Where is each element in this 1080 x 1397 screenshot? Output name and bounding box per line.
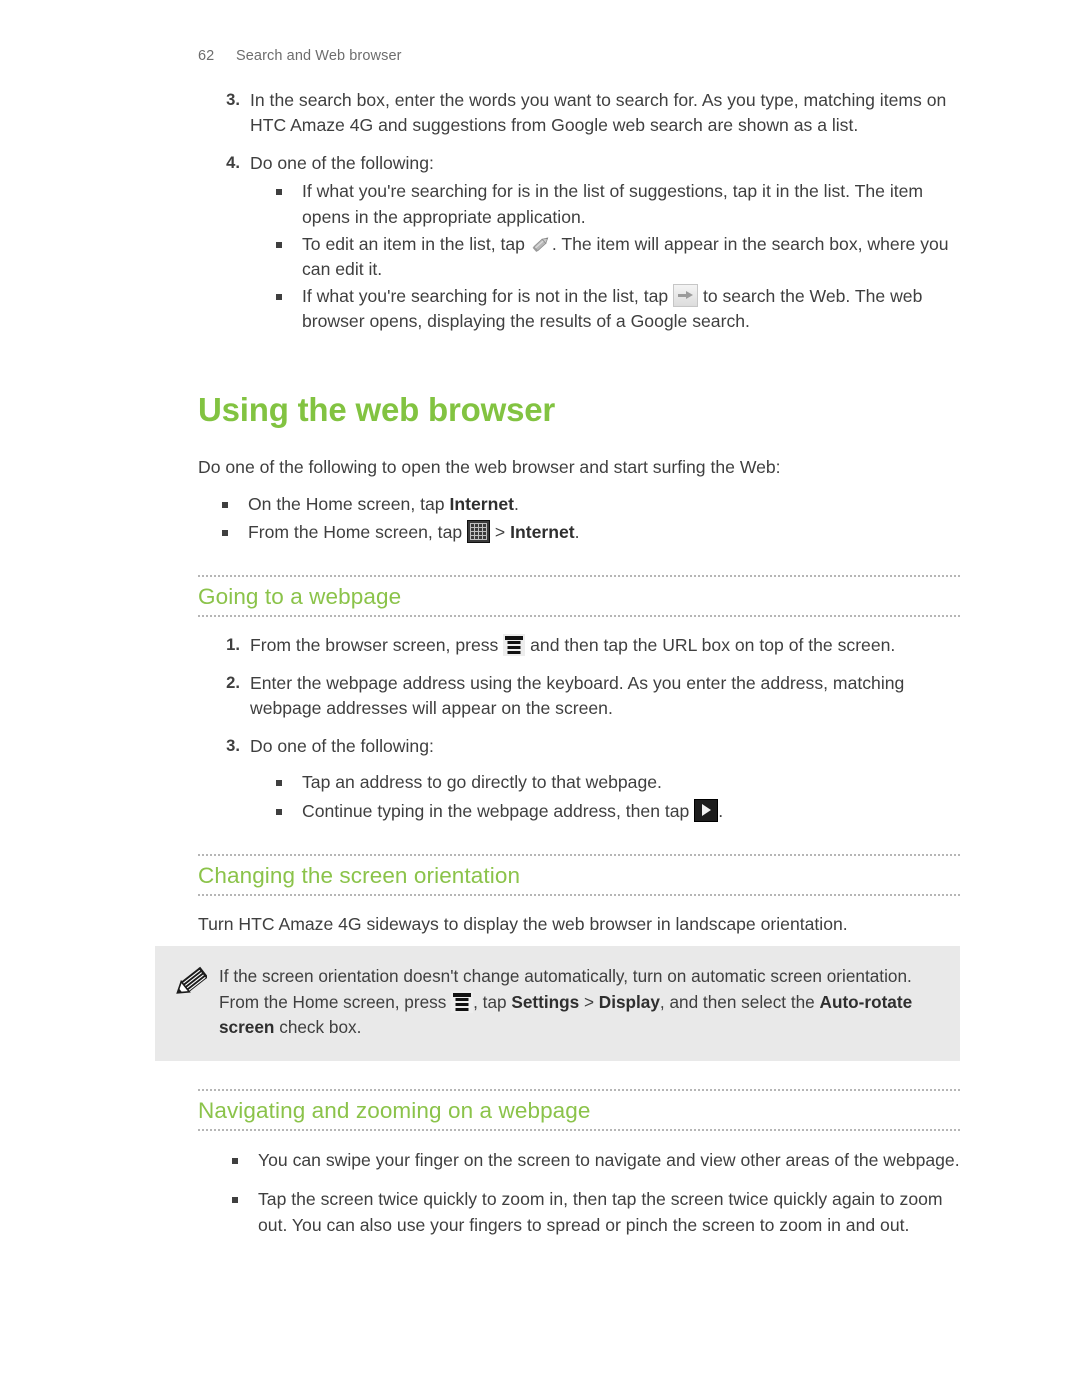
pencil-note-icon [173, 964, 209, 1002]
going-to-webpage-steps: 1. From the browser screen, press and th… [198, 633, 960, 758]
chevron-separator: > [583, 991, 594, 1012]
bullet-marker [276, 189, 282, 196]
page-content: 3. In the search box, enter the words yo… [198, 88, 960, 1251]
list-item: You can swipe your finger on the screen … [232, 1148, 960, 1174]
bold-term: Display [598, 991, 660, 1012]
going-to-webpage-suboptions: Tap an address to go directly to that we… [276, 770, 960, 824]
go-play-button-icon [694, 798, 719, 822]
step-text: Enter the webpage address using the keyb… [250, 672, 905, 718]
pencil-edit-icon [530, 234, 552, 254]
bullet-text-before: From the Home screen, tap [248, 522, 463, 543]
section-heading-navigating: Navigating and zooming on a webpage [198, 1089, 960, 1132]
open-browser-options-list: On the Home screen, tap Internet. From t… [222, 492, 960, 546]
bold-term: Settings [511, 991, 580, 1012]
step-text-after: and then tap the URL box on top of the s… [530, 635, 896, 656]
list-item: 1. From the browser screen, press and th… [198, 633, 960, 658]
list-item: 3. Do one of the following: [198, 734, 960, 759]
chevron-separator: > [494, 522, 506, 543]
search-steps-list: 3. In the search box, enter the words yo… [198, 88, 960, 175]
list-item: On the Home screen, tap Internet. [222, 492, 960, 518]
bullet-marker [222, 501, 228, 508]
section-heading-going: Going to a webpage [198, 575, 960, 618]
manual-page: 62 Search and Web browser 3. In the searc… [0, 0, 1080, 1397]
search-suboptions-list: If what you're searching for is in the l… [276, 179, 960, 335]
note-callout: If the screen orientation doesn't change… [155, 946, 960, 1061]
note-text: If the screen orientation doesn't change… [219, 964, 936, 1041]
list-item: Continue typing in the webpage address, … [276, 798, 960, 825]
bullet-text-after: . [574, 522, 580, 543]
note-line-3-after: check box. [279, 1017, 362, 1038]
intro-paragraph: Do one of the following to open the web … [198, 457, 781, 478]
list-item: 3. In the search box, enter the words yo… [198, 88, 960, 138]
step-number: 1. [226, 635, 240, 655]
step-text-before: From the browser screen, press [250, 635, 499, 656]
section-heading-orientation: Changing the screen orientation [198, 853, 960, 896]
bullet-text: Tap an address to go directly to that we… [302, 772, 662, 793]
bullet-text-before: To edit an item in the list, tap [302, 233, 525, 254]
list-item: Tap the screen twice quickly to zoom in,… [232, 1187, 960, 1238]
step-number: 4. [226, 152, 240, 172]
section-title: Changing the screen orientation [198, 862, 521, 888]
orientation-paragraph: Turn HTC Amaze 4G sideways to display th… [198, 913, 848, 934]
note-line-1: If the screen orientation doesn't change… [219, 966, 822, 986]
bullet-text-before: On the Home screen, tap [248, 493, 445, 514]
list-item: If what you're searching for is not in t… [276, 283, 960, 335]
bullet-marker [276, 780, 282, 787]
section-title: Going to a webpage [198, 584, 402, 610]
page-number: 62 [198, 48, 215, 64]
step-number: 3. [226, 90, 240, 109]
menu-bars-icon [503, 634, 526, 657]
note-line-2-after: , and then [659, 991, 737, 1012]
bullet-text: If what you're searching for is in the l… [302, 181, 924, 227]
list-item: From the Home screen, tap > Internet. [222, 520, 960, 546]
bold-term: Internet [449, 493, 514, 514]
bullet-text-after: . [514, 493, 519, 514]
list-item: 4. Do one of the following: [198, 151, 960, 176]
running-header: 62 Search and Web browser [198, 48, 402, 64]
note-line-3-before: select the [741, 991, 815, 1012]
arrow-right-button-icon [673, 283, 699, 307]
list-item: Tap an address to go directly to that we… [276, 770, 960, 796]
step-text: In the search box, enter the words you w… [250, 90, 947, 135]
bullet-text-before: If what you're searching for is not in t… [302, 285, 669, 306]
bullet-marker [276, 241, 282, 248]
list-item: To edit an item in the list, tap . The i… [276, 232, 960, 283]
bullet-text: Tap the screen twice quickly to zoom in,… [258, 1188, 943, 1235]
list-item: If what you're searching for is in the l… [276, 179, 960, 230]
bullet-text: You can swipe your finger on the screen … [258, 1150, 960, 1171]
step-text: Do one of the following: [250, 735, 434, 756]
bullet-marker [232, 1196, 238, 1203]
running-header-title: Search and Web browser [236, 48, 402, 64]
bullet-marker [276, 293, 282, 300]
bullet-marker [222, 530, 228, 537]
app-drawer-grid-icon [467, 520, 491, 544]
bullet-text-before: Continue typing in the webpage address, … [302, 800, 690, 821]
list-item: 2. Enter the webpage address using the k… [198, 671, 960, 721]
page-title: Using the web browser [198, 390, 556, 428]
navigating-bullets-list: You can swipe your finger on the screen … [232, 1148, 960, 1238]
step-number: 3. [226, 735, 240, 755]
note-line-2-mid: , tap [473, 991, 507, 1012]
bold-term: Internet [510, 522, 575, 543]
menu-bars-icon [451, 990, 474, 1013]
bullet-marker [232, 1158, 238, 1165]
bullet-text-after: . [718, 800, 724, 821]
bullet-marker [276, 808, 282, 815]
step-text: Do one of the following: [250, 152, 434, 173]
section-title: Navigating and zooming on a webpage [198, 1098, 591, 1124]
step-number: 2. [226, 672, 240, 692]
